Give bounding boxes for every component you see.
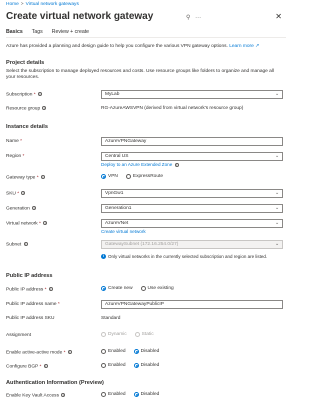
public-ip-heading: Public IP address [6, 273, 53, 279]
breadcrumb: Home > Virtual network gateways [6, 2, 79, 7]
public-ip-use-existing-radio[interactable]: Use existing [140, 286, 174, 291]
generation-label: Generation i [6, 206, 37, 212]
info-icon: i [23, 242, 28, 246]
virtual-network-label: Virtual network * i [6, 221, 48, 227]
public-ip-create-new-radio[interactable]: Create new [101, 286, 133, 291]
info-icon: i [40, 175, 45, 179]
info-icon: i [61, 393, 66, 397]
chevron-down-icon: ⌄ [274, 221, 279, 226]
virtual-network-select[interactable]: AzureVNet ⌄ [101, 219, 283, 228]
bgp-disabled-radio[interactable]: Disabled [133, 363, 159, 368]
more-icon[interactable]: ··· [195, 15, 201, 21]
project-details-description: Select the subscription to manage deploy… [6, 69, 274, 80]
active-active-disabled-radio[interactable]: Disabled [133, 349, 159, 354]
generation-select[interactable]: Generation1 ⌄ [101, 204, 283, 213]
active-active-enabled-radio[interactable]: Enabled [101, 349, 126, 354]
chevron-down-icon: ⌄ [274, 92, 279, 97]
assignment-radios: Dynamic Static [101, 332, 154, 337]
project-details-heading: Project details [6, 60, 45, 66]
configure-bgp-label: Configure BGP * i [6, 364, 48, 370]
subscription-label: Subscription * i [6, 92, 42, 98]
gateway-type-vpn-radio[interactable]: VPN [101, 174, 118, 179]
public-ip-address-label: Public IP address * i [6, 287, 53, 293]
subscription-select[interactable]: MyLab ⌄ [101, 90, 283, 99]
info-icon: i [67, 350, 72, 354]
key-vault-access-radios: Enabled Disabled [101, 392, 159, 397]
info-icon: i [37, 92, 42, 96]
info-icon: i [174, 162, 179, 167]
breadcrumb-virtual-network-gateways[interactable]: Virtual network gateways [26, 2, 79, 7]
breadcrumb-home[interactable]: Home [6, 2, 19, 7]
region-select[interactable]: Central US ⌄ [101, 152, 283, 161]
subnet-select: GatewaySubnet (172.16.254.0/27) ⌄ [101, 240, 283, 249]
key-vault-enabled-radio[interactable]: Enabled [101, 392, 126, 397]
chevron-down-icon: ⌄ [274, 191, 279, 196]
title-actions: ⚲ ··· [186, 14, 201, 21]
key-vault-access-label: Enable Key Vault Access i [6, 393, 66, 399]
learn-more-link[interactable]: Learn more [229, 44, 254, 49]
subnet-label: Subnet i [6, 242, 28, 248]
name-label: Name * [6, 139, 23, 144]
bgp-enabled-radio[interactable]: Enabled [101, 363, 126, 368]
chevron-down-icon: ⌄ [274, 206, 279, 211]
public-ip-sku-label: Public IP address SKU [6, 316, 55, 321]
public-ip-address-radios: Create new Use existing [101, 286, 174, 291]
create-virtual-network-link[interactable]: Create virtual network [101, 229, 146, 234]
public-ip-name-label: Public IP address name * [6, 302, 60, 307]
page-title: Create virtual network gateway [6, 11, 154, 22]
intro-description: Azure has provided a planning and design… [6, 44, 228, 49]
info-icon: i [32, 206, 37, 210]
subnet-info-notice: i Only virtual networks in the currently… [101, 254, 268, 259]
assignment-label: Assignment [6, 333, 32, 338]
region-label: Region * [6, 154, 25, 159]
sku-select[interactable]: VpnGw1 ⌄ [101, 189, 283, 198]
tab-divider [6, 37, 286, 38]
public-ip-name-input[interactable]: AzureVPNGatewayPublicIP [101, 300, 283, 309]
deploy-extended-zone-link[interactable]: Deploy to an Azure Extended Zone i [101, 162, 179, 167]
info-icon: i [48, 287, 53, 291]
breadcrumb-separator: > [20, 2, 24, 7]
active-active-label: Enable active-active mode * i [6, 350, 72, 356]
name-input[interactable]: AzureVPNGateway [101, 137, 283, 146]
resource-group-label: Resource group i [6, 106, 47, 112]
gateway-type-label: Gateway type * i [6, 175, 45, 181]
info-icon: i [43, 221, 48, 225]
gateway-type-radios: VPN ExpressRoute [101, 174, 163, 179]
active-active-radios: Enabled Disabled [101, 349, 159, 354]
info-circle-icon: i [101, 254, 106, 259]
assignment-dynamic-radio: Dynamic [101, 332, 127, 337]
gateway-type-expressroute-radio[interactable]: ExpressRoute [125, 174, 163, 179]
public-ip-sku-value: Standard [101, 316, 121, 321]
authentication-heading: Authentication Information (Preview) [6, 380, 104, 386]
key-vault-disabled-radio[interactable]: Disabled [133, 392, 159, 397]
pin-icon[interactable]: ⚲ [186, 15, 190, 21]
info-icon: i [42, 106, 47, 110]
chevron-down-icon: ⌄ [274, 154, 279, 159]
resource-group-value: RG-AzureAWSVPN (derived from virtual net… [101, 106, 244, 111]
external-link-icon[interactable]: ↗ [254, 44, 259, 49]
chevron-down-icon: ⌄ [274, 242, 279, 247]
instance-details-heading: Instance details [6, 124, 48, 130]
intro-text: Azure has provided a planning and design… [6, 44, 284, 50]
sku-label: SKU * i [6, 191, 26, 197]
info-icon: i [21, 191, 26, 195]
close-icon[interactable]: ✕ [275, 12, 282, 21]
info-icon: i [43, 364, 48, 368]
assignment-static-radio: Static [134, 332, 154, 337]
configure-bgp-radios: Enabled Disabled [101, 363, 159, 368]
